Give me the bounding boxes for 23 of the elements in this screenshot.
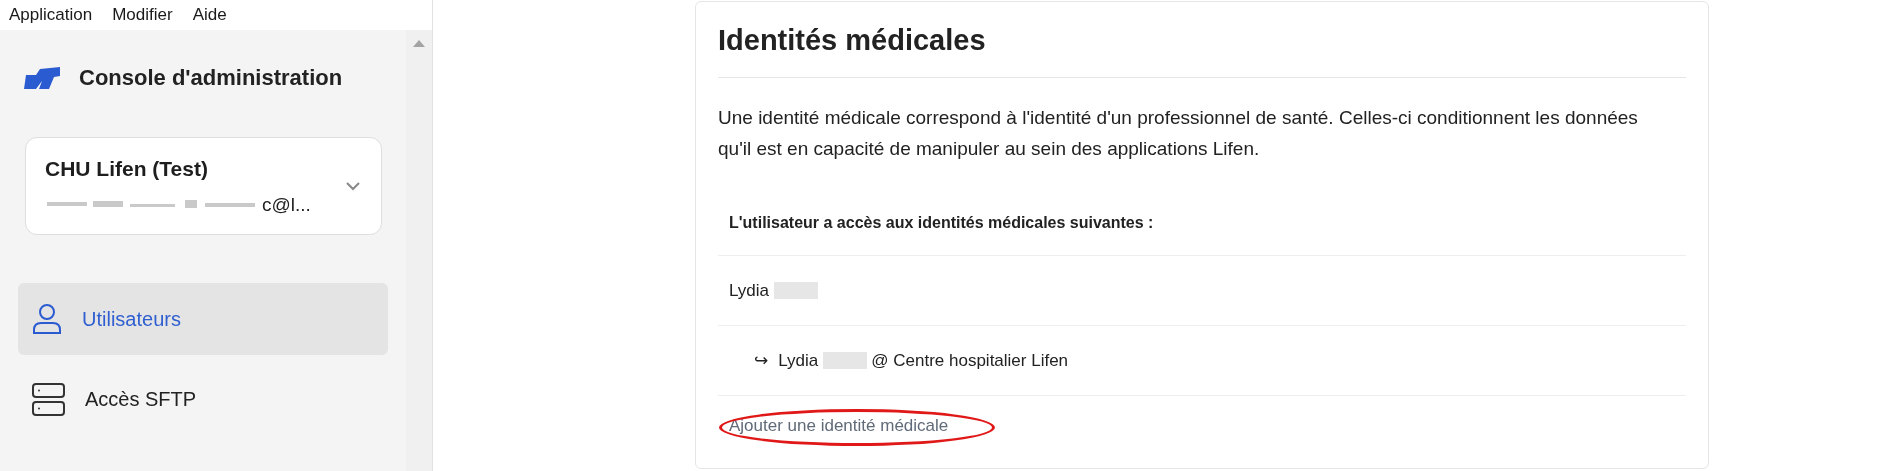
user-email: c@l... [262, 192, 311, 217]
nav-item[interactable]: Accès SFTP [18, 363, 388, 435]
description-text: Une identité médicale correspond à l'identité d'un professionnel de santé. Celles-ci conditionnent les données qu'il est en capacité de manipuler au sein des applications Lifen. [718, 106, 1639, 161]
identity-name: Lydia [729, 279, 769, 302]
identity-location: @ Centre hospitalier Lifen [871, 349, 1069, 372]
scroll-up-icon[interactable] [413, 40, 425, 47]
chevron-down-icon [345, 181, 361, 191]
nav-item[interactable]: Utilisateurs [18, 283, 388, 355]
menu-item[interactable]: Aide [192, 2, 227, 28]
user-icon [32, 303, 62, 335]
scrollbar[interactable] [406, 30, 432, 471]
identity-name: Lydia [778, 349, 819, 372]
card-title: Identités médicales [718, 22, 986, 58]
list-heading: L'utilisateur a accès aux identités médicales suivantes : [729, 212, 1154, 233]
menu-item[interactable]: Application [9, 2, 93, 28]
add-identity-link[interactable]: Ajouter une identité médicale [729, 413, 949, 439]
organization-selector[interactable]: CHU Lifen (Test) c@l... [25, 137, 382, 235]
app-title: Console d'administration [79, 64, 343, 92]
arrow-glyph: ↪ [754, 348, 769, 372]
logo-icon [24, 66, 61, 89]
organization-name: CHU Lifen (Test) [45, 156, 209, 182]
menu-item[interactable]: Modifier [112, 2, 173, 28]
server-icon [32, 382, 65, 416]
